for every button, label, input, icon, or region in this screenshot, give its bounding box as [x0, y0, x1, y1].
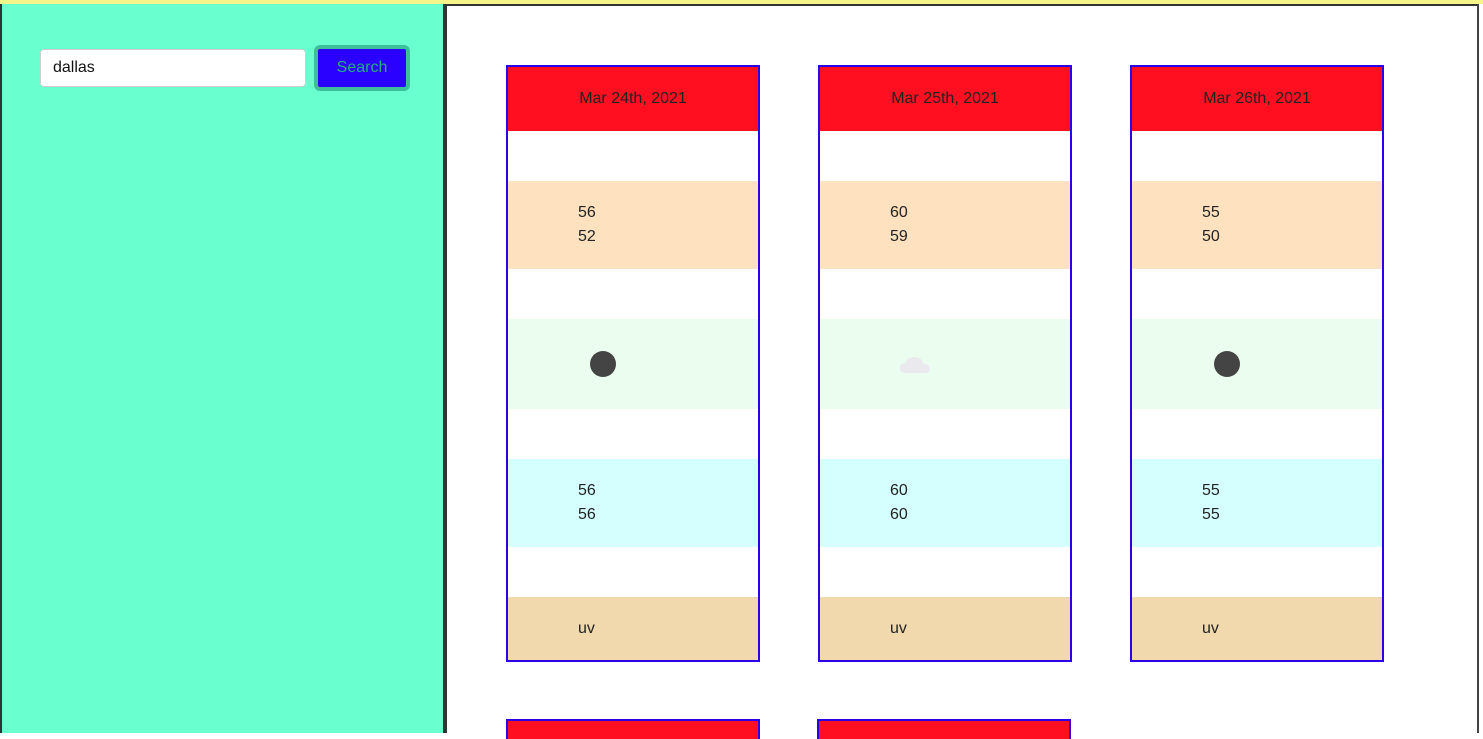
temperature-section: 60 59	[820, 181, 1070, 269]
forecast-card: Mar 25th, 2021 60 59 60 60 uv	[818, 65, 1072, 662]
uv-label: uv	[1202, 620, 1219, 637]
card-date: Mar 25th, 2021	[820, 67, 1070, 131]
uv-section: uv	[1132, 597, 1382, 660]
forecast-card: Mar 24th, 2021 56 52 56 56 uv	[506, 65, 760, 662]
forecast-card-partial	[817, 719, 1071, 739]
weather-icon-section	[1132, 319, 1382, 409]
feels-value: 55	[1202, 506, 1220, 523]
sidebar: Search	[0, 4, 445, 733]
temp-high: 56	[578, 204, 596, 221]
uv-label: uv	[890, 620, 907, 637]
temp-high: 55	[1202, 204, 1220, 221]
feels-value: 55	[1202, 482, 1220, 499]
feels-like-section: 56 56	[508, 459, 758, 547]
dark-dot-icon	[590, 351, 616, 377]
feels-value: 60	[890, 482, 908, 499]
weather-icon-section	[820, 319, 1070, 409]
card-date: Mar 24th, 2021	[508, 67, 758, 131]
feels-value: 60	[890, 506, 908, 523]
cloud-icon	[900, 357, 930, 373]
forecast-card: Mar 26th, 2021 55 50 55 55 uv	[1130, 65, 1384, 662]
temperature-section: 56 52	[508, 181, 758, 269]
forecast-card-partial	[506, 719, 760, 739]
search-button[interactable]: Search	[314, 45, 410, 91]
uv-label: uv	[578, 620, 595, 637]
uv-section: uv	[508, 597, 758, 660]
dark-dot-icon	[1214, 351, 1240, 377]
temp-low: 50	[1202, 228, 1220, 245]
card-date: Mar 26th, 2021	[1132, 67, 1382, 131]
feels-value: 56	[578, 482, 596, 499]
uv-section: uv	[820, 597, 1070, 660]
feels-like-section: 60 60	[820, 459, 1070, 547]
temp-high: 60	[890, 204, 908, 221]
temp-low: 59	[890, 228, 908, 245]
temp-low: 52	[578, 228, 596, 245]
forecast-panel: Mar 24th, 2021 56 52 56 56 uv Mar 25th, …	[445, 4, 1479, 739]
feels-value: 56	[578, 506, 596, 523]
window-edge	[1477, 4, 1479, 733]
search-input[interactable]	[40, 49, 306, 87]
temperature-section: 55 50	[1132, 181, 1382, 269]
weather-icon-section	[508, 319, 758, 409]
feels-like-section: 55 55	[1132, 459, 1382, 547]
